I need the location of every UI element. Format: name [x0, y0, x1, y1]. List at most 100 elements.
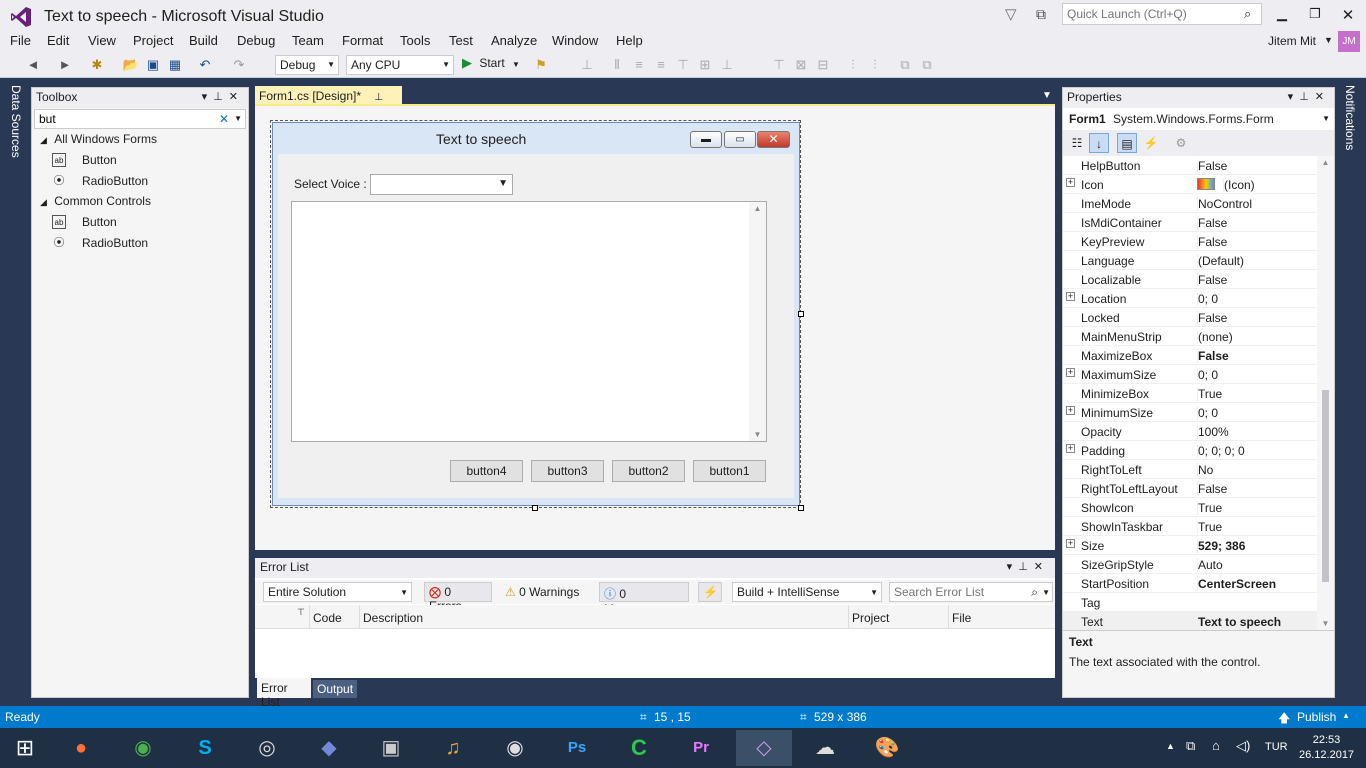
search-icon[interactable]: ⌕	[1031, 585, 1038, 600]
properties-view-icon[interactable]: ▤	[1117, 133, 1137, 153]
menu-window[interactable]: Window	[552, 33, 598, 48]
align-tops-icon[interactable]: ⊤	[674, 56, 692, 74]
chevron-down-icon[interactable]: ▾	[1007, 561, 1019, 573]
expand-icon[interactable]: +	[1066, 539, 1075, 548]
property-value[interactable]: (Default)	[1197, 254, 1244, 268]
feedback-icon[interactable]: ⧉	[1036, 6, 1046, 23]
tray-chevron-up-icon[interactable]: ▲	[1166, 741, 1175, 751]
object-selector[interactable]: Form1 System.Windows.Forms.Form ▼	[1063, 108, 1334, 130]
property-pages-icon[interactable]: ⚙	[1171, 133, 1191, 153]
menu-file[interactable]: File	[10, 33, 31, 48]
minimize-button[interactable]: ▁	[1272, 6, 1292, 24]
publish-icon[interactable]: 🡅	[1278, 709, 1290, 730]
events-icon[interactable]: ⚡	[1141, 133, 1161, 153]
menu-build[interactable]: Build	[189, 33, 218, 48]
toolbox-item-radiobutton[interactable]: ⦿ RadioButton	[32, 171, 248, 192]
property-row[interactable]: Opacity 100%	[1063, 422, 1334, 441]
property-row[interactable]: + Location 0; 0	[1063, 289, 1334, 308]
skype-icon[interactable]: S	[182, 730, 228, 766]
chevron-down-icon[interactable]: ▼	[1042, 588, 1050, 597]
property-row[interactable]: IsMdiContainer False	[1063, 213, 1334, 232]
build-filter-dropdown[interactable]: Build + IntelliSense ▼	[732, 582, 882, 602]
messages-filter-button[interactable]: ⓘ 0 Messages	[599, 582, 689, 616]
send-to-back-icon[interactable]: ⧉	[918, 56, 936, 74]
property-row[interactable]: Tag	[1063, 593, 1334, 612]
publish-button[interactable]: Publish	[1297, 710, 1336, 724]
property-row[interactable]: + MaximumSize 0; 0	[1063, 365, 1334, 384]
size-to-grid-icon[interactable]: ⊠	[792, 56, 810, 74]
property-value[interactable]: False	[1197, 273, 1227, 287]
property-value[interactable]: (none)	[1197, 330, 1233, 344]
expand-icon[interactable]: +	[1066, 178, 1075, 187]
property-value[interactable]: True	[1197, 501, 1222, 515]
speech-text-box[interactable]	[291, 201, 767, 442]
avatar[interactable]: JM	[1338, 31, 1360, 53]
scope-dropdown[interactable]: Entire Solution ▼	[263, 582, 412, 602]
menu-test[interactable]: Test	[449, 33, 473, 48]
menu-help[interactable]: Help	[616, 33, 643, 48]
chevron-down-icon[interactable]: ▼	[234, 114, 242, 123]
horizontal-spacing-icon[interactable]: ⫶	[844, 56, 862, 74]
property-value[interactable]: No	[1197, 463, 1213, 477]
quick-launch-box[interactable]	[1062, 3, 1262, 25]
close-icon[interactable]: ✕	[1315, 91, 1330, 103]
resize-handle-right[interactable]	[798, 311, 804, 317]
align-bottoms-icon[interactable]: ⊥	[718, 56, 736, 74]
navigate-back-icon[interactable]: ◄	[24, 56, 42, 74]
network-icon[interactable]: ⌂	[1212, 738, 1220, 753]
make-same-size-icon[interactable]: ⊤	[770, 56, 788, 74]
align-middles-icon[interactable]: ⊞	[696, 56, 714, 74]
property-row[interactable]: HelpButton False	[1063, 156, 1334, 175]
scroll-up-icon[interactable]: ▲	[749, 204, 766, 213]
clear-search-icon[interactable]: ✕	[219, 112, 229, 126]
property-row[interactable]: StartPosition CenterScreen	[1063, 574, 1334, 593]
property-value[interactable]: Text to speech	[1197, 615, 1281, 629]
navigate-forward-icon[interactable]: ►	[56, 56, 74, 74]
property-row[interactable]: ShowIcon True	[1063, 498, 1334, 517]
property-value[interactable]: True	[1197, 520, 1222, 534]
property-row[interactable]: Localizable False	[1063, 270, 1334, 289]
cloud-app-icon[interactable]: ☁	[802, 730, 848, 766]
bring-to-front-icon[interactable]: ⧉	[896, 56, 914, 74]
obs-icon[interactable]: ◉	[492, 730, 538, 766]
solution-configuration-dropdown[interactable]: Debug ▼	[275, 55, 339, 75]
column-description[interactable]: Description	[363, 611, 423, 625]
toolbox-search-box[interactable]: ✕ ▼	[34, 109, 246, 129]
pin-icon[interactable]: ⊥	[1018, 561, 1034, 573]
property-value[interactable]: CenterScreen	[1197, 577, 1276, 591]
document-list-chevron-icon[interactable]: ▼	[1042, 90, 1052, 101]
camtasia-icon[interactable]: C	[616, 730, 662, 766]
column-file[interactable]: File	[952, 611, 971, 625]
property-row[interactable]: ShowInTaskbar True	[1063, 517, 1334, 536]
button3[interactable]: button3	[531, 460, 604, 482]
resize-handle-bottom[interactable]	[532, 505, 538, 511]
chrome-icon[interactable]: ◉	[120, 730, 166, 766]
tab-error-list[interactable]: Error List	[257, 678, 311, 709]
menu-view[interactable]: View	[88, 33, 116, 48]
property-row[interactable]: Language (Default)	[1063, 251, 1334, 270]
property-value[interactable]: 100%	[1197, 425, 1229, 439]
property-value[interactable]: False	[1197, 311, 1227, 325]
align-centers-icon[interactable]: ≡	[630, 56, 648, 74]
menu-analyze[interactable]: Analyze	[491, 33, 537, 48]
property-value[interactable]: NoControl	[1197, 197, 1252, 211]
property-value[interactable]: False	[1197, 216, 1227, 230]
close-button[interactable]: ✕	[1338, 6, 1358, 24]
clock[interactable]: 22:53 26.12.2017	[1299, 733, 1354, 763]
property-value[interactable]: False	[1197, 159, 1227, 173]
property-value[interactable]: 529; 386	[1197, 539, 1245, 553]
firefox-icon[interactable]: ●	[58, 730, 104, 766]
open-file-icon[interactable]: 📂	[122, 56, 140, 74]
user-name[interactable]: Jitem Mit	[1268, 34, 1316, 48]
filter-icon[interactable]: ⚡	[698, 582, 722, 602]
audacity-icon[interactable]: ♫	[430, 730, 476, 766]
text-box-scrollbar[interactable]: ▲ ▼	[749, 202, 766, 441]
menu-tools[interactable]: Tools	[400, 33, 430, 48]
property-row[interactable]: + Size 529; 386	[1063, 536, 1334, 555]
start-button[interactable]: ▶ Start ▼	[462, 55, 520, 71]
property-value[interactable]: False	[1197, 349, 1229, 363]
notifications-tab[interactable]: Notifications	[1343, 85, 1357, 150]
toolbox-group-all-windows-forms[interactable]: ◢ All Windows Forms	[32, 130, 248, 150]
error-list-search-box[interactable]: ⌕ ▼	[889, 582, 1053, 602]
find-in-files-icon[interactable]: ⚑	[532, 56, 550, 74]
